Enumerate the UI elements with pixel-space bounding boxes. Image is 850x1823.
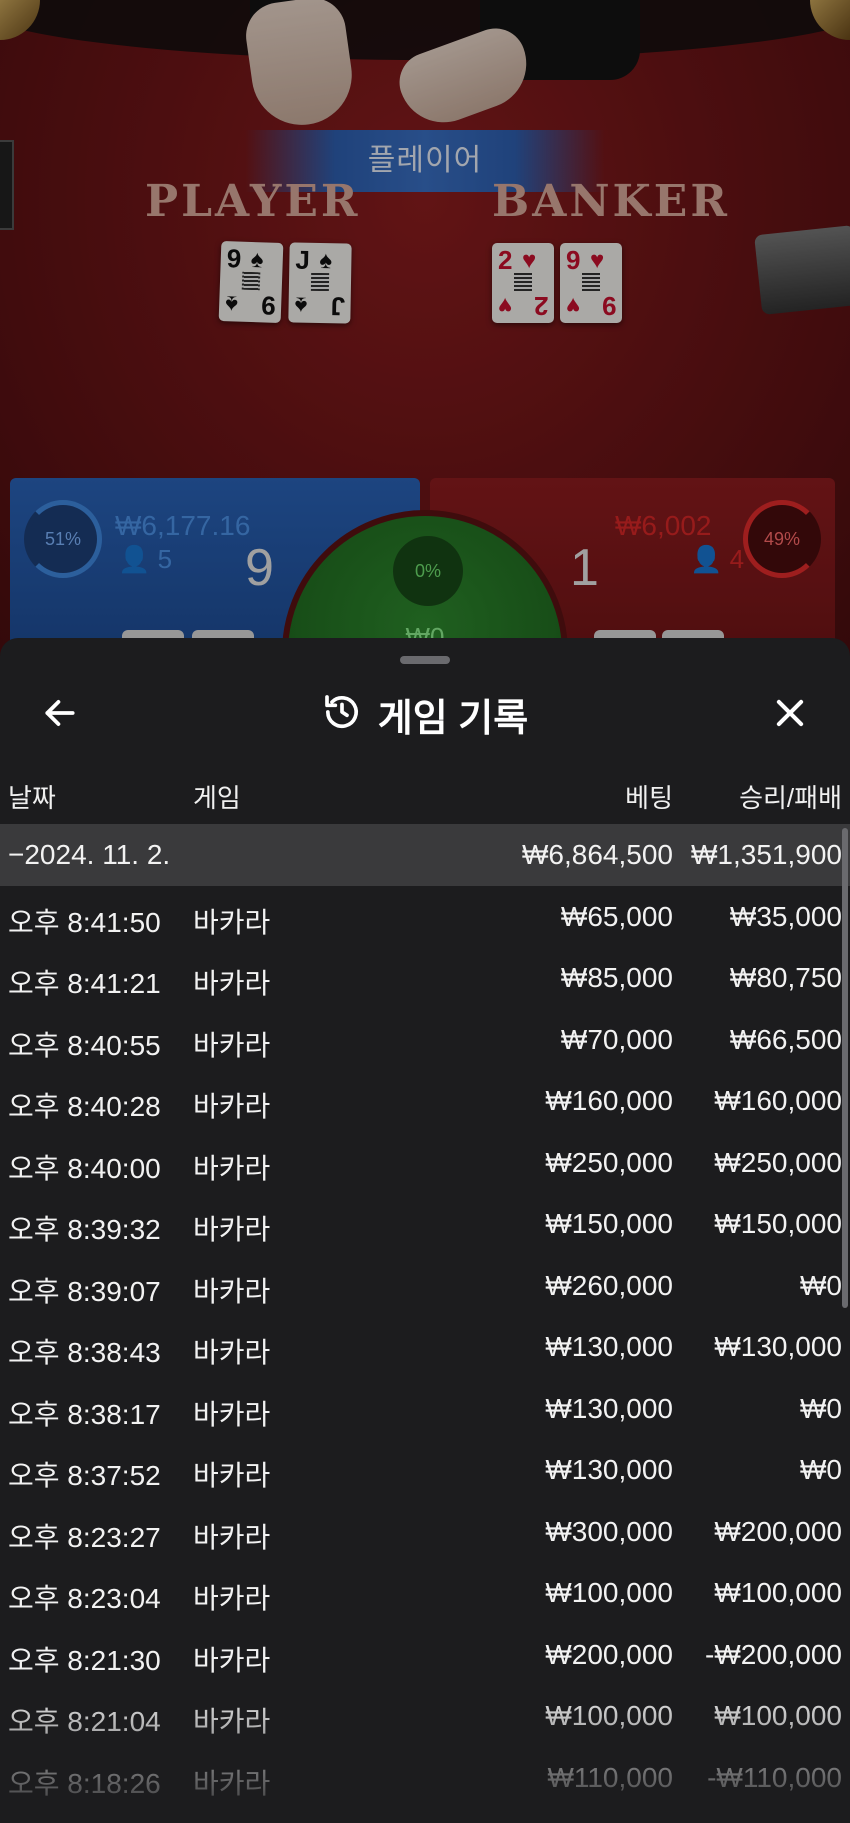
row-result: ₩66,500 [729, 1023, 842, 1055]
row-bet: ₩110,000 [547, 1761, 673, 1793]
history-row[interactable]: 오후 8:40:55 바카라 ₩70,000 ₩66,500 [0, 1009, 850, 1071]
row-time: 오후 8:38:17 [8, 1398, 161, 1430]
history-list: −2024. 11. 2. ₩6,864,500 ₩1,351,900 오후 8… [0, 824, 850, 1808]
history-row[interactable]: 오후 8:21:04 바카라 ₩100,000 ₩100,000 [0, 1685, 850, 1747]
row-time: 오후 8:23:27 [8, 1521, 161, 1553]
row-game: 바카라 [193, 1029, 271, 1061]
row-result: ₩0 [800, 1392, 842, 1424]
row-time: 오후 8:21:04 [8, 1706, 161, 1737]
close-button[interactable] [760, 690, 820, 740]
row-game: 바카라 [193, 1398, 271, 1430]
group-result-total: ₩1,351,900 [691, 839, 842, 870]
game-history-sheet: 게임 기록 날짜 게임 베팅 승리/패배 −2024. 11. 2. ₩6,86… [0, 638, 850, 1823]
row-time: 오후 8:38:43 [8, 1337, 161, 1368]
column-game: 게임 [193, 783, 241, 813]
row-bet: ₩300,000 [545, 1515, 673, 1547]
arrow-left-icon [41, 694, 79, 737]
row-bet: ₩200,000 [545, 1638, 673, 1670]
row-game: 바카라 [193, 1644, 271, 1676]
column-bet: 베팅 [625, 783, 673, 813]
row-time: 오후 8:21:30 [8, 1644, 161, 1676]
row-time: 오후 8:18:26 [8, 1767, 161, 1799]
back-button[interactable] [30, 690, 90, 740]
row-game: 바카라 [193, 1214, 271, 1245]
history-row[interactable]: 오후 8:23:04 바카라 ₩100,000 ₩100,000 [0, 1562, 850, 1624]
row-result: -₩200,000 [705, 1638, 842, 1670]
row-bet: ₩100,000 [545, 1700, 673, 1731]
row-game: 바카라 [193, 1521, 271, 1553]
row-time: 오후 8:41:21 [8, 968, 161, 999]
history-row[interactable]: 오후 8:38:17 바카라 ₩130,000 ₩0 [0, 1378, 850, 1440]
row-bet: ₩130,000 [545, 1454, 673, 1485]
game-table-view: 플레이어 PLAYER BANKER 9 ♠ ♠ 9 J ♠ ♠ J 2 ♥ ♥ 2 9 ♥ … [0, 0, 850, 660]
close-icon [771, 694, 809, 737]
column-date: 날짜 [8, 783, 56, 813]
history-row[interactable]: 오후 8:21:30 바카라 ₩200,000 -₩200,000 [0, 1624, 850, 1686]
row-result: ₩130,000 [714, 1331, 842, 1362]
row-time: 오후 8:39:07 [8, 1275, 161, 1307]
history-clock-icon [322, 692, 362, 737]
row-bet: ₩130,000 [545, 1331, 673, 1362]
history-row[interactable]: 오후 8:40:28 바카라 ₩160,000 ₩160,000 [0, 1070, 850, 1132]
row-game: 바카라 [193, 906, 271, 938]
row-result: ₩150,000 [714, 1208, 842, 1239]
group-bet-total: ₩6,864,500 [522, 839, 673, 870]
history-row[interactable]: 오후 8:39:07 바카라 ₩260,000 ₩0 [0, 1255, 850, 1317]
sheet-header: 게임 기록 [0, 678, 850, 750]
history-row[interactable]: 오후 8:41:50 바카라 ₩65,000 ₩35,000 [0, 886, 850, 948]
row-result: ₩0 [800, 1269, 842, 1301]
history-row[interactable]: 오후 8:38:43 바카라 ₩130,000 ₩130,000 [0, 1316, 850, 1378]
row-game: 바카라 [193, 1460, 271, 1491]
row-result: ₩250,000 [714, 1146, 842, 1178]
row-time: 오후 8:39:32 [8, 1214, 161, 1245]
row-time: 오후 8:40:55 [8, 1029, 161, 1061]
row-bet: ₩150,000 [545, 1208, 673, 1239]
date-group-row[interactable]: −2024. 11. 2. ₩6,864,500 ₩1,351,900 [0, 824, 850, 886]
row-game: 바카라 [193, 1337, 271, 1368]
history-row[interactable]: 오후 8:23:27 바카라 ₩300,000 ₩200,000 [0, 1501, 850, 1563]
row-time: 오후 8:40:00 [8, 1152, 161, 1184]
row-bet: ₩160,000 [545, 1085, 673, 1116]
sheet-drag-handle[interactable] [400, 656, 450, 664]
overlay-dim[interactable] [0, 0, 850, 660]
row-result: ₩80,750 [729, 962, 842, 993]
row-game: 바카라 [193, 1706, 271, 1737]
history-row[interactable]: 오후 8:18:26 바카라 ₩110,000 -₩110,000 [0, 1747, 850, 1809]
table-header: 날짜 게임 베팅 승리/패배 [0, 778, 850, 824]
row-game: 바카라 [193, 1091, 271, 1122]
row-bet: ₩260,000 [545, 1269, 673, 1301]
row-result: ₩0 [800, 1454, 842, 1485]
row-game: 바카라 [193, 1275, 271, 1307]
row-result: ₩100,000 [714, 1700, 842, 1731]
row-bet: ₩85,000 [560, 962, 673, 993]
page-title: 게임 기록 [377, 697, 529, 740]
group-date: −2024. 11. 2. [8, 839, 171, 870]
column-result: 승리/패배 [739, 783, 842, 813]
scrollbar[interactable] [842, 828, 848, 1308]
row-result: ₩160,000 [714, 1085, 842, 1116]
row-game: 바카라 [193, 968, 271, 999]
row-bet: ₩100,000 [545, 1577, 673, 1608]
row-bet: ₩70,000 [560, 1023, 673, 1055]
history-row[interactable]: 오후 8:40:00 바카라 ₩250,000 ₩250,000 [0, 1132, 850, 1194]
row-time: 오후 8:23:04 [8, 1583, 161, 1614]
row-time: 오후 8:40:28 [8, 1091, 161, 1122]
row-game: 바카라 [193, 1583, 271, 1614]
row-result: ₩100,000 [714, 1577, 842, 1608]
row-result: ₩200,000 [714, 1515, 842, 1547]
row-time: 오후 8:37:52 [8, 1460, 161, 1491]
row-game: 바카라 [193, 1767, 271, 1799]
history-row[interactable]: 오후 8:37:52 바카라 ₩130,000 ₩0 [0, 1439, 850, 1501]
history-row[interactable]: 오후 8:41:21 바카라 ₩85,000 ₩80,750 [0, 947, 850, 1009]
row-game: 바카라 [193, 1152, 271, 1184]
row-time: 오후 8:41:50 [8, 906, 161, 938]
history-row[interactable]: 오후 8:39:32 바카라 ₩150,000 ₩150,000 [0, 1193, 850, 1255]
row-bet: ₩250,000 [545, 1146, 673, 1178]
row-result: -₩110,000 [707, 1761, 842, 1793]
row-bet: ₩130,000 [545, 1392, 673, 1424]
row-bet: ₩65,000 [560, 900, 673, 932]
row-result: ₩35,000 [729, 900, 842, 932]
